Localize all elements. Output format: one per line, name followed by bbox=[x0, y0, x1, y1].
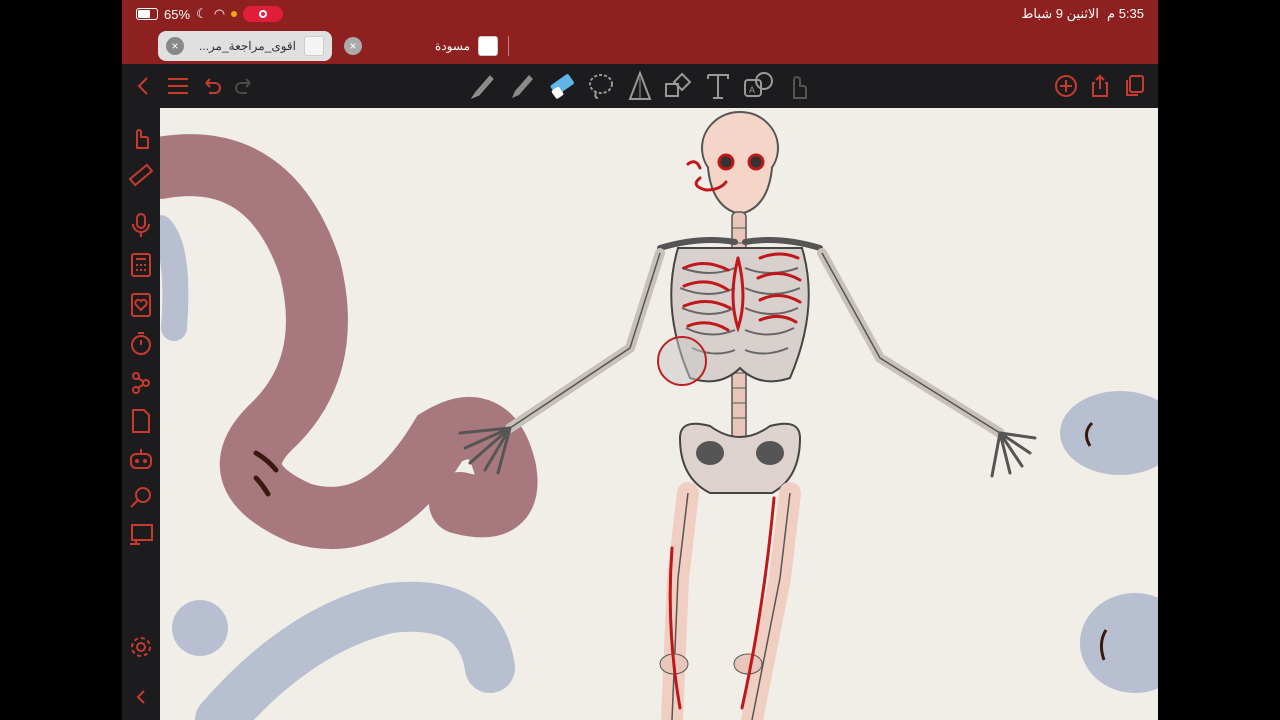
close-tab-icon[interactable]: × bbox=[344, 37, 362, 55]
lasso-icon[interactable] bbox=[584, 70, 616, 102]
tab-divider bbox=[508, 36, 509, 56]
screen-record-indicator[interactable] bbox=[243, 6, 284, 22]
eraser-cursor bbox=[657, 336, 707, 386]
highlighter-icon[interactable] bbox=[506, 70, 538, 102]
ruler-shape-icon[interactable] bbox=[624, 70, 656, 102]
tab-draft[interactable]: مسودة × bbox=[336, 31, 506, 61]
ruler-icon[interactable] bbox=[128, 162, 154, 188]
tab-thumbnail bbox=[478, 36, 498, 56]
back-icon[interactable] bbox=[130, 72, 158, 100]
undo-icon[interactable] bbox=[198, 72, 226, 100]
translate-icon[interactable]: A bbox=[742, 70, 774, 102]
battery-icon bbox=[136, 8, 158, 20]
redo-icon[interactable] bbox=[230, 72, 258, 100]
menu-icon[interactable] bbox=[164, 72, 192, 100]
calculator-icon[interactable] bbox=[128, 252, 154, 278]
tab-document[interactable]: اقوى_مراجعة_مر... × bbox=[158, 31, 332, 61]
mindmap-icon[interactable] bbox=[128, 370, 154, 396]
note-canvas[interactable] bbox=[160, 108, 1158, 720]
close-tab-icon[interactable]: × bbox=[166, 37, 184, 55]
hand-icon[interactable] bbox=[128, 124, 154, 150]
tab-thumbnail bbox=[304, 36, 324, 56]
pen-icon[interactable] bbox=[466, 70, 498, 102]
app-screen: 65% ☾ ◠ 5:35 م الاثنين 9 شباط اقوى_مراجع… bbox=[122, 0, 1158, 720]
decor-blob-pink bbox=[160, 134, 538, 549]
mic-indicator-icon bbox=[231, 11, 238, 17]
eraser-icon[interactable] bbox=[546, 70, 578, 102]
tab-bar: اقوى_مراجعة_مر... × مسودة × bbox=[122, 28, 1158, 64]
finger-icon[interactable] bbox=[782, 70, 814, 102]
svg-text:A: A bbox=[749, 85, 755, 95]
status-bar: 65% ☾ ◠ 5:35 م الاثنين 9 شباط bbox=[122, 0, 1158, 28]
wifi-icon: ◠ bbox=[213, 6, 226, 21]
collapse-icon[interactable] bbox=[128, 684, 154, 710]
add-page-icon[interactable] bbox=[1052, 72, 1080, 100]
document-icon[interactable] bbox=[128, 408, 154, 434]
favorite-icon[interactable] bbox=[128, 292, 154, 318]
text-icon[interactable] bbox=[702, 70, 734, 102]
timer-icon[interactable] bbox=[128, 330, 154, 356]
status-date: الاثنين 9 شباط bbox=[1021, 6, 1100, 21]
tab-label: مسودة bbox=[435, 39, 470, 53]
page-illustration bbox=[160, 111, 1158, 720]
presentation-icon[interactable] bbox=[128, 522, 154, 548]
settings-icon[interactable] bbox=[128, 634, 154, 660]
pages-icon[interactable] bbox=[1120, 72, 1148, 100]
moon-icon: ☾ bbox=[196, 6, 208, 21]
tab-label: اقوى_مراجعة_مر... bbox=[198, 39, 296, 53]
shapes-icon[interactable] bbox=[662, 70, 694, 102]
battery-percent: 65% bbox=[164, 6, 191, 22]
sidebar bbox=[122, 108, 160, 720]
toolbar: A bbox=[122, 64, 1158, 108]
skeleton-diagram bbox=[458, 111, 1037, 720]
assistant-icon[interactable] bbox=[128, 446, 154, 472]
status-time: 5:35 م bbox=[1107, 6, 1144, 21]
microphone-icon[interactable] bbox=[128, 212, 154, 238]
search-icon[interactable] bbox=[128, 484, 154, 510]
share-icon[interactable] bbox=[1086, 72, 1114, 100]
